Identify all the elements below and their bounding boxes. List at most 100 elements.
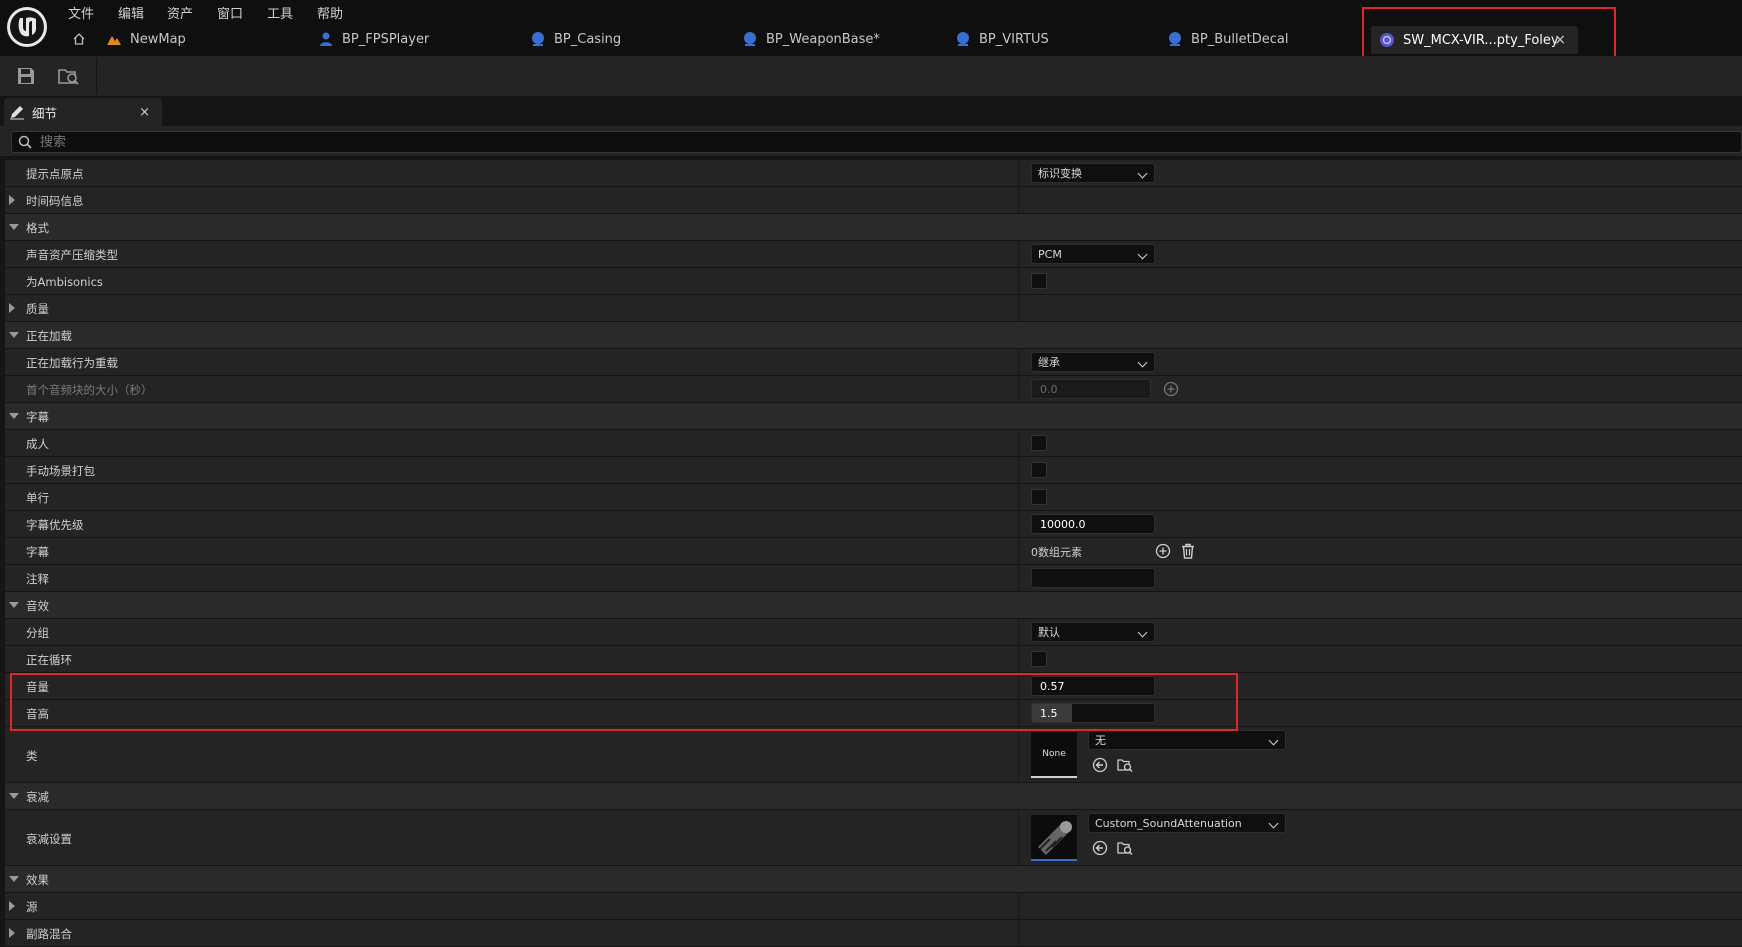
search-icon [18, 135, 32, 149]
thumbnail-label: None [1042, 749, 1066, 759]
collapse-arrow-icon[interactable] [9, 224, 19, 230]
property-row-ambisonics: 为Ambisonics [5, 268, 1742, 295]
close-tab-button[interactable]: × [1554, 32, 1566, 48]
menu-edit[interactable]: 编辑 [118, 3, 144, 22]
looping-checkbox[interactable] [1031, 651, 1047, 667]
unreal-logo-icon[interactable] [5, 5, 49, 49]
asset-thumbnail[interactable]: None [1031, 732, 1077, 778]
menu-asset[interactable]: 资产 [167, 3, 193, 22]
property-label: 时间码信息 [26, 194, 84, 208]
collapse-arrow-icon[interactable] [9, 876, 19, 882]
property-label: 字幕 [26, 545, 49, 559]
loading-override-dropdown[interactable]: 继承 [1031, 352, 1155, 372]
dropdown-value: Custom_SoundAttenuation [1095, 816, 1242, 830]
category-label: 效果 [26, 873, 49, 887]
attenuation-thumbnail[interactable] [1031, 815, 1077, 861]
first-chunk-size-field[interactable]: 0.0 [1031, 379, 1151, 399]
menu-help[interactable]: 帮助 [317, 3, 343, 22]
save-icon [18, 68, 34, 84]
browse-asset-icon[interactable] [1117, 840, 1133, 856]
dropdown-value: PCM [1038, 247, 1062, 261]
property-label: 音高 [26, 707, 49, 721]
collapse-arrow-icon[interactable] [9, 413, 19, 419]
property-row-loading-override: 正在加载行为重载 继承 [5, 349, 1742, 376]
property-label: 为Ambisonics [26, 275, 103, 289]
toolbar-separator [96, 58, 97, 94]
collapse-arrow-icon[interactable] [9, 602, 19, 608]
blueprint-icon [532, 32, 544, 46]
tab-newmap[interactable]: NewMap [106, 24, 186, 54]
tab-label: NewMap [130, 31, 186, 47]
add-element-icon[interactable] [1155, 543, 1171, 559]
category-format[interactable]: 格式 [5, 214, 1742, 241]
close-panel-button[interactable]: × [139, 105, 150, 120]
expand-arrow-icon[interactable] [9, 195, 15, 205]
expand-arrow-icon[interactable] [9, 303, 15, 313]
search-field[interactable] [11, 131, 1742, 153]
blueprint-pawn-icon [320, 32, 332, 46]
category-effects[interactable]: 效果 [5, 866, 1742, 893]
home-tab[interactable] [72, 24, 86, 54]
mature-checkbox[interactable] [1031, 435, 1047, 451]
use-selected-icon[interactable] [1092, 757, 1108, 773]
browse-asset-button[interactable] [58, 66, 80, 89]
property-row-submix[interactable]: 副路混合 [5, 920, 1742, 947]
property-label: 单行 [26, 491, 49, 505]
details-panel-tab[interactable]: 细节 × [4, 98, 162, 126]
pitch-field[interactable]: 1.5 [1031, 703, 1155, 723]
level-icon [107, 36, 121, 45]
tab-sw-mcx-foley[interactable]: SW_MCX-VIR...pty_Foley × [1371, 26, 1578, 54]
attenuation-asset-picker[interactable]: Custom_SoundAttenuation [1088, 813, 1286, 833]
property-row-source[interactable]: 源 [5, 893, 1742, 920]
category-loading[interactable]: 正在加载 [5, 322, 1742, 349]
tab-label: BP_VIRTUS [979, 31, 1049, 47]
property-row-timecode-info[interactable]: 时间码信息 [5, 187, 1742, 214]
property-row-quality[interactable]: 质量 [5, 295, 1742, 322]
menu-tools[interactable]: 工具 [267, 3, 293, 22]
menu-file[interactable]: 文件 [68, 3, 94, 22]
sound-class-picker[interactable]: 无 [1088, 730, 1286, 750]
tab-label: BP_WeaponBase* [766, 31, 880, 47]
chevron-down-icon [1137, 627, 1148, 638]
expand-arrow-icon[interactable] [9, 901, 15, 911]
manual-word-wrap-checkbox[interactable] [1031, 462, 1047, 478]
subtitle-priority-field[interactable]: 10000.0 [1031, 514, 1155, 534]
tab-bp-weaponbase[interactable]: BP_WeaponBase* [742, 24, 880, 54]
compression-type-dropdown[interactable]: PCM [1031, 244, 1155, 264]
save-button[interactable] [16, 66, 36, 89]
chevron-down-icon [1137, 357, 1148, 368]
tab-bp-bulletdecal[interactable]: BP_BulletDecal [1167, 24, 1288, 54]
category-subtitles[interactable]: 字幕 [5, 403, 1742, 430]
search-input[interactable] [38, 133, 1642, 151]
browse-asset-icon[interactable] [1117, 757, 1133, 773]
volume-field[interactable]: 0.57 [1031, 676, 1155, 696]
use-selected-icon[interactable] [1092, 840, 1108, 856]
property-label: 副路混合 [26, 927, 72, 941]
comment-field[interactable] [1031, 568, 1155, 588]
tab-bp-virtus[interactable]: BP_VIRTUS [955, 24, 1049, 54]
property-row-attenuation-settings: 衰减设置 Custom_SoundAttenuation [5, 810, 1742, 866]
category-attenuation[interactable]: 衰减 [5, 783, 1742, 810]
property-label: 成人 [26, 437, 49, 451]
chevron-down-icon [1137, 168, 1148, 179]
single-line-checkbox[interactable] [1031, 489, 1047, 505]
expand-arrow-icon[interactable] [9, 928, 15, 938]
cue-point-origin-dropdown[interactable]: 标识变换 [1031, 163, 1155, 183]
category-sound[interactable]: 音效 [5, 592, 1742, 619]
tab-bp-fpsplayer[interactable]: BP_FPSPlayer [318, 24, 429, 54]
details-tab-label: 细节 [32, 105, 58, 121]
category-label: 格式 [26, 221, 49, 235]
dropdown-value: 标识变换 [1038, 167, 1082, 180]
menu-window[interactable]: 窗口 [217, 3, 243, 22]
property-row-comment: 注释 [5, 565, 1742, 592]
collapse-arrow-icon[interactable] [9, 332, 19, 338]
add-icon[interactable] [1163, 381, 1179, 397]
ambisonics-checkbox[interactable] [1031, 273, 1047, 289]
property-label: 质量 [26, 302, 49, 316]
field-value: 1.5 [1040, 706, 1058, 720]
trash-icon[interactable] [1180, 543, 1196, 559]
tab-bp-casing[interactable]: BP_Casing [530, 24, 621, 54]
collapse-arrow-icon[interactable] [9, 793, 19, 799]
group-dropdown[interactable]: 默认 [1031, 622, 1155, 642]
blueprint-icon [957, 32, 969, 46]
